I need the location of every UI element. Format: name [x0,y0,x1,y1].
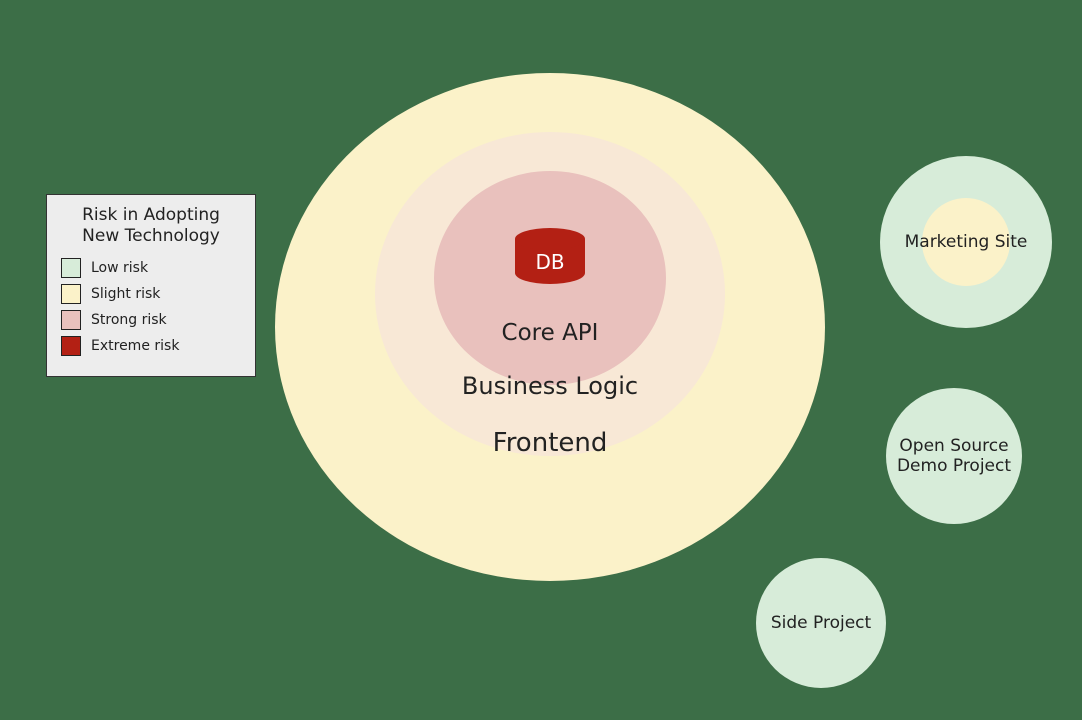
legend-box: Risk in Adopting New Technology Low risk… [46,194,256,377]
swatch-strong-risk [61,310,81,330]
swatch-slight-risk [61,284,81,304]
legend-label-low: Low risk [91,260,148,276]
label-core-api: Core API [502,320,599,346]
legend-label-slight: Slight risk [91,286,160,302]
legend-label-strong: Strong risk [91,312,167,328]
swatch-low-risk [61,258,81,278]
legend-row-extreme: Extreme risk [61,336,241,356]
label-business-logic: Business Logic [462,372,638,400]
legend-title: Risk in Adopting New Technology [61,205,241,248]
satellite-marketing-site: Marketing Site [880,156,1052,328]
label-marketing-site: Marketing Site [905,232,1028,252]
diagram-stage: Risk in Adopting New Technology Low risk… [0,0,1082,720]
swatch-extreme-risk [61,336,81,356]
label-db: DB [535,250,564,274]
legend-row-strong: Strong risk [61,310,241,330]
satellite-side-project: Side Project [756,558,886,688]
label-side-project: Side Project [771,613,871,633]
legend-label-extreme: Extreme risk [91,338,179,354]
label-frontend: Frontend [493,428,608,458]
legend-row-slight: Slight risk [61,284,241,304]
main-ring-group: DB Core API Business Logic Frontend [275,52,825,602]
satellite-open-source-demo: Open Source Demo Project [886,388,1022,524]
label-open-source-demo: Open Source Demo Project [897,436,1011,477]
legend-row-low: Low risk [61,258,241,278]
